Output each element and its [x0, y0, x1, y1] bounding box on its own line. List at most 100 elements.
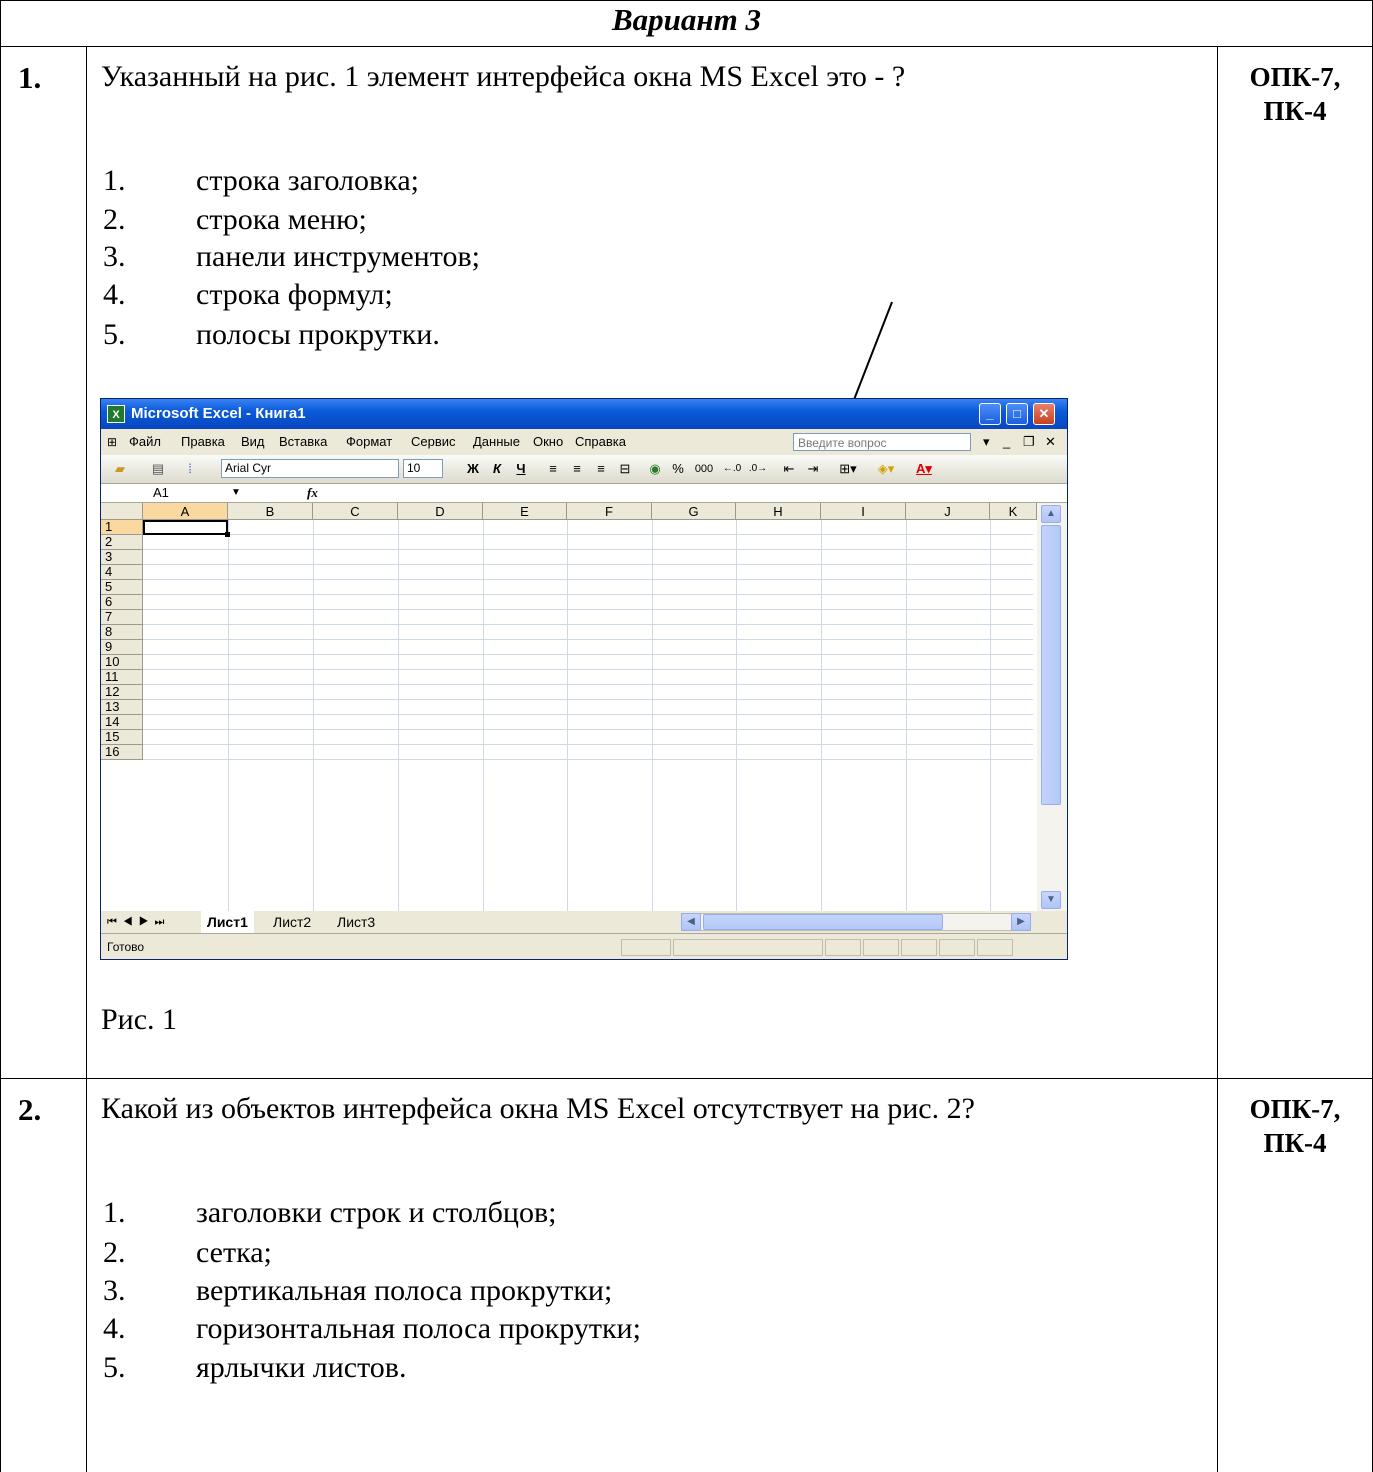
menu-tools[interactable]: Сервис	[411, 429, 456, 455]
align-left-icon[interactable]: ≡	[543, 459, 563, 479]
fill-handle[interactable]	[225, 532, 230, 537]
menu-window[interactable]: Окно	[533, 429, 563, 455]
table-border-left	[0, 0, 1, 1472]
menu-edit[interactable]: Правка	[181, 429, 225, 455]
column-header[interactable]: J	[906, 503, 990, 520]
italic-button[interactable]: К	[487, 459, 507, 479]
scroll-down-icon[interactable]: ▼	[1041, 891, 1061, 909]
merge-center-icon[interactable]: ⊟	[615, 459, 635, 479]
percent-button[interactable]: %	[669, 459, 687, 479]
ask-question-input[interactable]: Введите вопрос	[793, 433, 971, 451]
minimize-doc-icon[interactable]: _	[1003, 429, 1010, 455]
status-panel	[863, 939, 899, 956]
option-text: строка заголовка;	[196, 164, 419, 197]
column-header[interactable]: G	[652, 503, 736, 520]
row-header[interactable]: 1	[101, 520, 143, 535]
worksheet-grid[interactable]: A B C D E F G H I J K 1 2 3 4 5 6 7 8 9 …	[101, 503, 1067, 911]
restore-doc-icon[interactable]: ❐	[1023, 429, 1035, 455]
column-header[interactable]: D	[398, 503, 483, 520]
column-header[interactable]: I	[821, 503, 906, 520]
chevron-down-icon[interactable]: ▾	[983, 429, 990, 455]
scroll-left-icon[interactable]: ◀	[681, 913, 701, 931]
increase-indent-icon[interactable]: ⇥	[803, 459, 823, 479]
decrease-indent-icon[interactable]: ⇤	[779, 459, 799, 479]
increase-decimal-icon[interactable]: ←.0	[721, 459, 743, 479]
row-header[interactable]: 3	[101, 550, 143, 565]
name-box[interactable]: A1 ▼	[101, 484, 251, 502]
tab-sheet2[interactable]: Лист2	[267, 911, 317, 933]
maximize-icon[interactable]: □	[1006, 403, 1028, 425]
option-number: 3.	[103, 240, 126, 273]
tab-sheet3[interactable]: Лист3	[331, 911, 381, 933]
row-header[interactable]: 4	[101, 565, 143, 580]
option-text: строка меню;	[196, 203, 367, 236]
font-color-icon[interactable]: A▾	[909, 459, 939, 479]
table-border-header	[0, 46, 1373, 47]
borders-icon[interactable]: ⊞▾	[833, 459, 863, 479]
tab-navigation-icon[interactable]: ⏮◀▶⏭	[107, 911, 170, 933]
column-header[interactable]: H	[736, 503, 821, 520]
open-icon[interactable]: ▰	[109, 459, 131, 479]
column-header[interactable]: E	[483, 503, 567, 520]
horizontal-scroll-thumb[interactable]	[703, 914, 943, 930]
fill-color-icon[interactable]: ◈▾	[871, 459, 901, 479]
tab-sheet1[interactable]: Лист1	[201, 911, 254, 933]
row-header[interactable]: 11	[101, 670, 143, 685]
row-header[interactable]: 16	[101, 745, 143, 760]
minimize-icon[interactable]: _	[979, 403, 1001, 425]
column-header[interactable]: B	[228, 503, 313, 520]
align-right-icon[interactable]: ≡	[591, 459, 611, 479]
row-header[interactable]: 10	[101, 655, 143, 670]
scroll-up-icon[interactable]: ▲	[1041, 505, 1061, 523]
column-header[interactable]: K	[990, 503, 1037, 520]
currency-icon[interactable]: ◉	[645, 459, 665, 479]
option-number: 5.	[103, 1351, 126, 1384]
row-header[interactable]: 9	[101, 640, 143, 655]
vertical-scroll-thumb[interactable]	[1041, 525, 1061, 805]
workbook-icon[interactable]: ⊞	[107, 429, 117, 455]
question-2-competency: ОПК-7, ПК-4	[1225, 1092, 1365, 1160]
excel-app-icon: X	[107, 405, 125, 423]
font-size-select[interactable]: 10	[403, 459, 443, 478]
row-header[interactable]: 5	[101, 580, 143, 595]
column-header[interactable]: C	[313, 503, 398, 520]
formula-bar: A1 ▼ fx	[101, 483, 1067, 503]
menu-file[interactable]: Файл	[129, 429, 161, 455]
thousands-button[interactable]: 000	[691, 459, 717, 479]
column-header[interactable]: F	[567, 503, 652, 520]
chevron-down-icon[interactable]: ▼	[231, 484, 241, 502]
menu-format[interactable]: Формат	[346, 429, 392, 455]
menu-view[interactable]: Вид	[241, 429, 265, 455]
bold-button[interactable]: Ж	[463, 459, 483, 479]
scroll-right-icon[interactable]: ▶	[1011, 913, 1031, 931]
row-header[interactable]: 2	[101, 535, 143, 550]
underline-button[interactable]: Ч	[511, 459, 531, 479]
align-center-icon[interactable]: ≡	[567, 459, 587, 479]
toolbar-options-icon[interactable]: ⁞	[183, 459, 197, 479]
row-header[interactable]: 7	[101, 610, 143, 625]
row-header[interactable]: 13	[101, 700, 143, 715]
close-doc-icon[interactable]: ✕	[1045, 429, 1056, 455]
gridline	[143, 729, 1033, 730]
print-icon[interactable]: ▤	[147, 459, 169, 479]
font-name-select[interactable]: Arial Cyr	[221, 459, 399, 478]
question-1-text: Указанный на рис. 1 элемент интерфейса о…	[101, 60, 906, 93]
row-header[interactable]: 14	[101, 715, 143, 730]
menu-help[interactable]: Справка	[575, 429, 626, 455]
row-header[interactable]: 15	[101, 730, 143, 745]
active-cell-a1[interactable]	[143, 520, 228, 535]
option-text: горизонтальная полоса прокрутки;	[196, 1312, 641, 1345]
select-all-corner[interactable]	[101, 503, 143, 520]
column-header[interactable]: A	[143, 503, 228, 520]
question-1-competency: ОПК-7, ПК-4	[1225, 60, 1365, 128]
row-header[interactable]: 6	[101, 595, 143, 610]
decrease-decimal-icon[interactable]: .0→	[747, 459, 769, 479]
fx-icon[interactable]: fx	[307, 484, 318, 502]
menu-insert[interactable]: Вставка	[279, 429, 327, 455]
close-icon[interactable]: ✕	[1033, 403, 1055, 425]
row-header[interactable]: 12	[101, 685, 143, 700]
table-border-top	[0, 0, 1373, 1]
row-header[interactable]: 8	[101, 625, 143, 640]
menu-data[interactable]: Данные	[473, 429, 520, 455]
option-number: 2.	[103, 1236, 126, 1269]
